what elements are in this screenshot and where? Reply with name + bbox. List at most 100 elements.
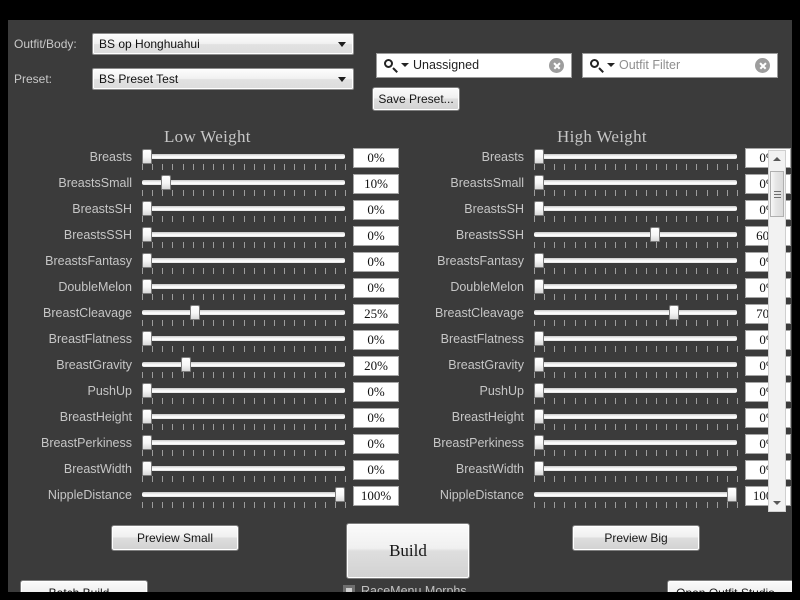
slider-pushup[interactable] <box>142 382 346 406</box>
slider-nippledistance[interactable] <box>142 486 346 510</box>
slider-handle[interactable] <box>161 175 172 190</box>
slider-pushup[interactable] <box>534 382 738 406</box>
slider-handle[interactable] <box>142 409 152 424</box>
search-icon[interactable] <box>589 58 615 73</box>
slider-track[interactable] <box>142 388 345 393</box>
slider-track[interactable] <box>534 232 737 237</box>
slider-handle[interactable] <box>534 149 544 164</box>
slider-track[interactable] <box>142 492 345 497</box>
slider-breastgravity[interactable] <box>534 356 738 380</box>
slider-track[interactable] <box>142 414 345 419</box>
slider-track[interactable] <box>534 388 737 393</box>
slider-breasts[interactable] <box>142 148 346 172</box>
slider-handle[interactable] <box>142 461 152 476</box>
slider-value-input[interactable]: 25% <box>353 304 399 324</box>
build-button[interactable]: Build <box>346 523 470 579</box>
slider-handle[interactable] <box>142 279 152 294</box>
slider-value-input[interactable]: 0% <box>353 226 399 246</box>
slider-value-input[interactable]: 0% <box>353 278 399 298</box>
racemenu-morphs-checkbox-row[interactable]: RaceMenu Morphs <box>343 584 467 592</box>
slider-breastsfantasy[interactable] <box>142 252 346 276</box>
scroll-up-arrow-icon[interactable] <box>769 151 785 167</box>
slider-value-input[interactable]: 0% <box>353 330 399 350</box>
slider-breastflatness[interactable] <box>534 330 738 354</box>
slider-breastgravity[interactable] <box>142 356 346 380</box>
scrollbar-thumb[interactable] <box>770 171 784 217</box>
slider-value-input[interactable]: 0% <box>353 460 399 480</box>
slider-breastssh[interactable] <box>534 200 738 224</box>
slider-breastperkiness[interactable] <box>142 434 346 458</box>
slider-handle[interactable] <box>142 227 152 242</box>
slider-value-input[interactable]: 100% <box>353 486 399 506</box>
batch-build-button[interactable]: Batch Build... <box>20 580 148 592</box>
slider-value-input[interactable]: 0% <box>353 252 399 272</box>
slider-breastcleavage[interactable] <box>534 304 738 328</box>
outfit-body-dropdown[interactable]: BS op Honghuahui <box>92 33 354 55</box>
slider-track[interactable] <box>142 362 345 367</box>
slider-handle[interactable] <box>534 279 544 294</box>
slider-value-input[interactable]: 0% <box>353 200 399 220</box>
slider-handle[interactable] <box>534 409 544 424</box>
slider-value-input[interactable]: 0% <box>353 434 399 454</box>
slider-track[interactable] <box>142 180 345 185</box>
slider-breastsssh[interactable] <box>534 226 738 250</box>
slider-track[interactable] <box>142 232 345 237</box>
preview-small-button[interactable]: Preview Small <box>111 525 239 551</box>
slider-track[interactable] <box>534 206 737 211</box>
slider-track[interactable] <box>142 466 345 471</box>
slider-value-input[interactable]: 0% <box>353 408 399 428</box>
slider-track[interactable] <box>142 206 345 211</box>
slider-breastflatness[interactable] <box>142 330 346 354</box>
scroll-down-arrow-icon[interactable] <box>769 495 785 511</box>
slider-doublemelon[interactable] <box>534 278 738 302</box>
slider-breasts[interactable] <box>534 148 738 172</box>
close-icon[interactable] <box>755 58 770 73</box>
slider-track[interactable] <box>534 466 737 471</box>
slider-handle[interactable] <box>534 175 544 190</box>
slider-handle[interactable] <box>534 461 544 476</box>
slider-track[interactable] <box>534 258 737 263</box>
slider-handle[interactable] <box>142 435 152 450</box>
slider-breastheight[interactable] <box>534 408 738 432</box>
slider-track[interactable] <box>534 284 737 289</box>
slider-handle[interactable] <box>142 201 152 216</box>
slider-track[interactable] <box>142 284 345 289</box>
slider-handle[interactable] <box>534 331 544 346</box>
slider-handle[interactable] <box>335 487 345 502</box>
search-icon[interactable] <box>383 58 409 73</box>
slider-handle[interactable] <box>142 253 152 268</box>
slider-track[interactable] <box>534 154 737 159</box>
slider-handle[interactable] <box>727 487 737 502</box>
preview-big-button[interactable]: Preview Big <box>572 525 700 551</box>
slider-handle[interactable] <box>534 383 544 398</box>
slider-handle[interactable] <box>142 331 152 346</box>
slider-value-input[interactable]: 20% <box>353 356 399 376</box>
slider-breastwidth[interactable] <box>142 460 346 484</box>
slider-track[interactable] <box>534 440 737 445</box>
outfit-search-field[interactable]: Unassigned <box>376 53 572 78</box>
slider-track[interactable] <box>142 310 345 315</box>
slider-breastssmall[interactable] <box>534 174 738 198</box>
slider-breastssmall[interactable] <box>142 174 346 198</box>
slider-track[interactable] <box>534 310 737 315</box>
slider-breastsfantasy[interactable] <box>534 252 738 276</box>
slider-handle[interactable] <box>534 435 544 450</box>
slider-breastwidth[interactable] <box>534 460 738 484</box>
slider-handle[interactable] <box>534 253 544 268</box>
slider-track[interactable] <box>142 154 345 159</box>
slider-value-input[interactable]: 0% <box>353 148 399 168</box>
slider-breastheight[interactable] <box>142 408 346 432</box>
slider-value-input[interactable]: 0% <box>353 382 399 402</box>
slider-track[interactable] <box>534 414 737 419</box>
slider-handle[interactable] <box>669 305 680 320</box>
slider-breastcleavage[interactable] <box>142 304 346 328</box>
slider-scrollbar[interactable] <box>768 150 786 512</box>
slider-breastperkiness[interactable] <box>534 434 738 458</box>
preset-dropdown[interactable]: BS Preset Test <box>92 68 354 90</box>
slider-breastsssh[interactable] <box>142 226 346 250</box>
slider-handle[interactable] <box>534 357 544 372</box>
slider-track[interactable] <box>534 180 737 185</box>
slider-track[interactable] <box>142 258 345 263</box>
slider-track[interactable] <box>534 492 737 497</box>
slider-doublemelon[interactable] <box>142 278 346 302</box>
